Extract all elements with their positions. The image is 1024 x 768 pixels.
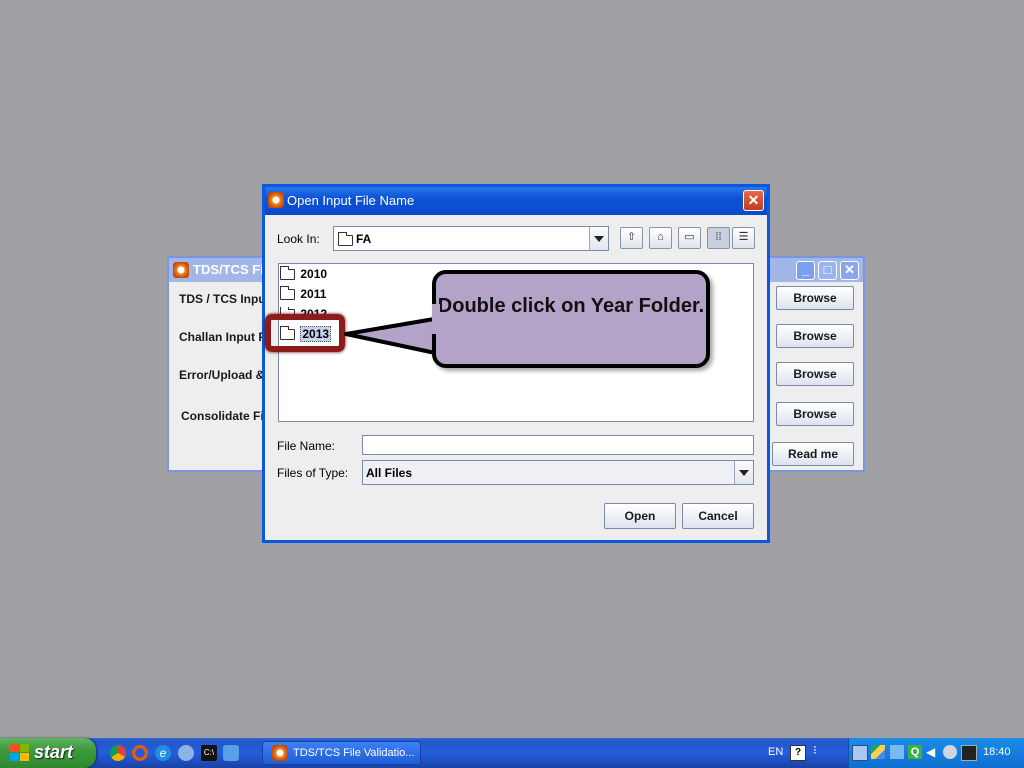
dialog-titlebar: Open Input File Name ✕ — [265, 187, 767, 215]
instruction-callout: Double click on Year Folder. — [432, 270, 710, 368]
files-of-type-value: All Files — [366, 466, 413, 480]
folder-icon — [338, 232, 353, 246]
look-in-label: Look In: — [277, 232, 320, 246]
taskbar-task-tds[interactable]: TDS/TCS File Validatio... — [262, 741, 421, 765]
security-icon[interactable] — [943, 745, 957, 759]
windows-logo-icon — [10, 744, 29, 761]
files-of-type-combo[interactable]: All Files — [362, 460, 754, 485]
list-view-icon[interactable]: ⁞⁞ — [707, 227, 730, 249]
tds-input-label: TDS / TCS Input — [179, 292, 270, 306]
open-button[interactable]: Open — [604, 503, 676, 529]
dialog-title: Open Input File Name — [287, 193, 415, 208]
challan-input-label: Challan Input F — [179, 330, 266, 344]
app-icon — [173, 262, 189, 278]
callout-pointer-join — [432, 304, 440, 334]
details-view-icon[interactable]: ☰ — [732, 227, 755, 249]
app-icon — [268, 192, 284, 208]
file-name-input[interactable] — [362, 435, 754, 455]
list-item[interactable]: 2010 — [280, 266, 328, 281]
task-label: TDS/TCS File Validatio... — [293, 747, 415, 759]
up-one-level-icon[interactable]: ⇧ — [620, 227, 643, 249]
volume-icon[interactable]: ◀ — [926, 745, 940, 759]
folder-icon — [280, 286, 295, 301]
start-label: start — [34, 742, 74, 762]
folder-name: 2011 — [300, 287, 327, 301]
browse-tds-button[interactable]: Browse — [776, 286, 854, 310]
list-item[interactable]: 2011 — [280, 286, 327, 301]
background-window-title: TDS/TCS Fil — [193, 262, 268, 277]
language-bar-icon[interactable]: ⁝ — [813, 743, 825, 759]
help-icon[interactable]: ? — [790, 745, 806, 761]
folder-name: 2010 — [300, 267, 328, 281]
browse-error-button[interactable]: Browse — [776, 362, 854, 386]
chevron-down-icon[interactable] — [589, 227, 608, 250]
new-folder-icon[interactable]: ▭ — [678, 227, 701, 249]
chrome-icon[interactable] — [110, 745, 126, 761]
drive-icon[interactable] — [871, 745, 885, 759]
chevron-down-icon[interactable] — [734, 461, 753, 484]
files-of-type-label: Files of Type: — [277, 466, 349, 480]
ie-icon[interactable]: e — [155, 745, 171, 761]
close-icon[interactable]: ✕ — [743, 190, 764, 211]
network-icon[interactable] — [178, 745, 194, 761]
readme-button[interactable]: Read me — [772, 442, 854, 466]
browse-consolidate-button[interactable]: Browse — [776, 402, 854, 426]
cmd-icon[interactable]: C:\ — [201, 745, 217, 761]
minimize-button[interactable]: _ — [796, 261, 815, 280]
cancel-button[interactable]: Cancel — [682, 503, 754, 529]
firefox-icon[interactable] — [132, 745, 148, 761]
language-indicator[interactable]: EN — [768, 746, 783, 758]
q-icon[interactable]: Q — [908, 745, 922, 759]
dropbox-icon[interactable] — [890, 745, 904, 759]
file-name-label: File Name: — [277, 439, 336, 453]
browse-challan-button[interactable]: Browse — [776, 324, 854, 348]
consolidate-file-label: Consolidate Fil — [181, 409, 268, 423]
start-button[interactable]: start — [0, 738, 96, 768]
monitor-icon[interactable] — [961, 745, 977, 761]
look-in-combo[interactable]: FA — [333, 226, 609, 251]
network-icon[interactable] — [852, 745, 868, 761]
app-icon[interactable] — [223, 745, 239, 761]
callout-text: Double click on Year Folder. — [437, 295, 705, 317]
folder-icon — [280, 266, 295, 281]
home-icon[interactable]: ⌂ — [649, 227, 672, 249]
maximize-button[interactable]: □ — [818, 261, 837, 280]
error-upload-label: Error/Upload & — [179, 368, 265, 382]
clock: 18:40 — [983, 746, 1011, 758]
close-icon[interactable]: ✕ — [840, 261, 859, 280]
app-icon — [272, 745, 288, 761]
look-in-value: FA — [356, 232, 372, 246]
